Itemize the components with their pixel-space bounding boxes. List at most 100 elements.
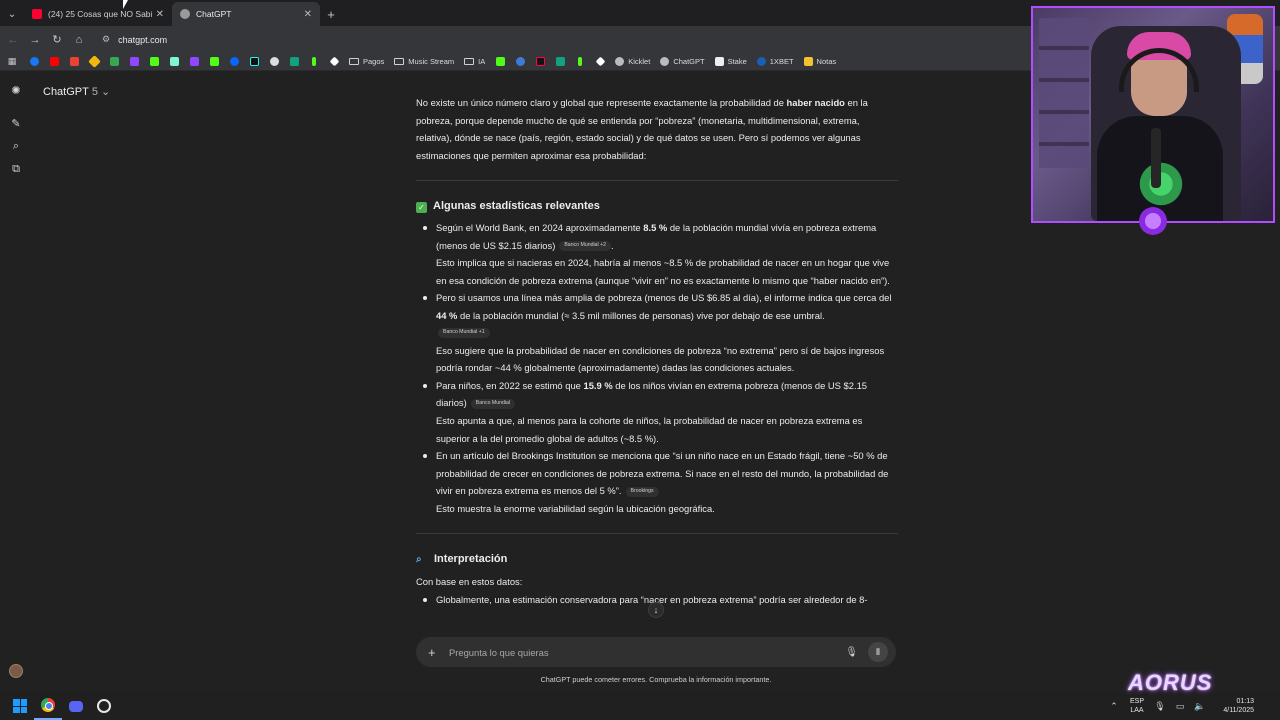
clock[interactable]: 01:13 4/11/2025: [1210, 697, 1254, 715]
windows-taskbar: ⌃ ESP LAA 🎙 ▭ 🔈 01:13 4/11/2025: [0, 692, 1280, 720]
obs-bookmark-icon[interactable]: [264, 53, 284, 71]
intro-bold: haber nacido: [786, 97, 845, 108]
search-chats-icon[interactable]: ⌕: [6, 136, 26, 156]
intro-text: No existe un único número claro y global…: [416, 97, 787, 108]
voice-mode-icon[interactable]: ⦀: [868, 642, 888, 662]
windows-start-icon[interactable]: [6, 692, 34, 720]
kick-small-bookmark-icon[interactable]: [570, 53, 590, 71]
microphone-icon[interactable]: 🎙: [845, 647, 858, 658]
network-icon[interactable]: ▭: [1170, 701, 1190, 712]
bookmark-label: Kicklet: [628, 57, 651, 66]
bookmark-label: 1XBET: [769, 57, 794, 66]
list-item: Según el World Bank, en 2024 aproximadam…: [416, 219, 898, 289]
kick-bookmark-icon[interactable]: [204, 53, 224, 71]
obs-taskbar-icon[interactable]: [90, 692, 118, 720]
bookmark-chatgpt[interactable]: ChatGPT: [655, 53, 709, 71]
citation-pill[interactable]: Banco Mundial: [470, 398, 516, 409]
bullet-bold: 15.9 %: [583, 379, 613, 391]
new-chat-icon[interactable]: ✎: [6, 113, 26, 133]
bookmark-label: Pagos: [363, 57, 385, 66]
youtube-bookmark-icon[interactable]: [44, 53, 64, 71]
list-item: Para niños, en 2022 se estimó que 15.9 %…: [416, 377, 898, 447]
bookmark-folder-music-stream[interactable]: Music Stream: [389, 53, 459, 71]
chatgpt-green-bookmark-icon[interactable]: [284, 53, 304, 71]
library-icon[interactable]: ⧉: [6, 159, 26, 179]
bookmark-1xbet[interactable]: 1XBET: [752, 53, 799, 71]
prompt-input[interactable]: Pregunta lo que quieras: [449, 647, 845, 658]
citation-pill[interactable]: Banco Mundial +2: [559, 241, 612, 252]
url-text: chatgpt.com: [118, 34, 168, 45]
shop-bookmark-icon[interactable]: [550, 53, 570, 71]
tab-youtube[interactable]: (24) 25 Cosas que NO Sabías h ✕: [24, 2, 172, 26]
new-tab-icon[interactable]: +: [320, 2, 342, 26]
bookmark-kicklet[interactable]: Kicklet: [610, 53, 655, 71]
bookmark-folder-pagos[interactable]: Pagos: [344, 53, 389, 71]
close-tab-icon[interactable]: ✕: [304, 9, 312, 20]
diamond-bookmark-icon[interactable]: [324, 53, 344, 71]
close-tab-icon[interactable]: ✕: [156, 9, 164, 20]
site-settings-icon[interactable]: ⚙: [102, 34, 110, 45]
diamond-bookmark-icon[interactable]: [590, 53, 610, 71]
bullet-note: Esto muestra la enorme variabilidad segú…: [436, 502, 715, 514]
streamlabs-bookmark-icon[interactable]: [164, 53, 184, 71]
bullet-text: .: [611, 239, 614, 251]
kick-small-bookmark-icon[interactable]: [304, 53, 324, 71]
bookmark-label: ChatGPT: [673, 57, 705, 66]
address-bar[interactable]: ⚙ chatgpt.com: [94, 30, 167, 50]
facebook-bookmark-icon[interactable]: [24, 53, 44, 71]
meta-bookmark-icon[interactable]: [224, 53, 244, 71]
drive-bookmark-icon[interactable]: [104, 53, 124, 71]
bullet-bold: 8.5 %: [643, 221, 668, 233]
volume-icon[interactable]: 🔈: [1190, 701, 1210, 712]
tab-chatgpt[interactable]: ChatGPT ✕: [172, 2, 320, 26]
openai-logo-icon[interactable]: ✺: [6, 80, 26, 100]
kicklet-icon: [615, 57, 625, 66]
section-title: Algunas estadísticas relevantes: [433, 200, 600, 213]
forward-icon[interactable]: →: [24, 29, 46, 51]
bullet-bold: 44 %: [436, 309, 458, 321]
citation-row: Banco Mundial +1: [436, 325, 898, 342]
stake-icon: [714, 57, 724, 66]
user-avatar[interactable]: [9, 664, 23, 678]
bookmark-notas[interactable]: Notas: [799, 53, 842, 71]
model-selector[interactable]: ChatGPT 5 ⌄: [43, 85, 110, 99]
tiktok-bookmark-icon[interactable]: [530, 53, 550, 71]
twitch-bookmark-icon[interactable]: [184, 53, 204, 71]
twitch-bookmark-icon[interactable]: [124, 53, 144, 71]
citation-pill[interactable]: Banco Mundial +1: [438, 328, 490, 339]
tab-search-icon[interactable]: ⌄: [0, 2, 24, 26]
youtube-icon: [32, 9, 42, 19]
section-heading-interpretation: ⌕ Interpretación: [416, 551, 898, 569]
apps-grid-icon[interactable]: ▦: [0, 56, 24, 67]
intro-paragraph: No existe un único número claro y global…: [416, 94, 898, 164]
message-composer[interactable]: + Pregunta lo que quieras 🎙 ⦀: [416, 637, 896, 667]
bookmark-stake[interactable]: Stake: [710, 53, 752, 71]
home-icon[interactable]: ⌂: [68, 29, 90, 51]
kick-bookmark-icon[interactable]: [490, 53, 510, 71]
microphone-tray-icon[interactable]: 🎙: [1150, 701, 1170, 712]
gmail-bookmark-icon[interactable]: [64, 53, 84, 71]
model-version: 5: [91, 85, 98, 98]
bookmark-folder-ia[interactable]: IA: [459, 53, 490, 71]
tiktok-bookmark-icon[interactable]: [244, 53, 264, 71]
kick-bookmark-icon[interactable]: [144, 53, 164, 71]
chrome-taskbar-icon[interactable]: [34, 692, 62, 720]
1xbet-icon: [756, 57, 766, 66]
attach-plus-icon[interactable]: +: [428, 645, 442, 660]
bullet-text: de la población mundial (≈ 3.5 mil millo…: [457, 309, 825, 321]
reload-icon[interactable]: ↻: [46, 29, 68, 51]
discord-taskbar-icon[interactable]: [62, 692, 90, 720]
model-name: ChatGPT: [43, 85, 89, 98]
tab-title: ChatGPT: [196, 9, 232, 19]
bookmark-label: IA: [478, 57, 486, 66]
link-bookmark-icon[interactable]: [510, 53, 530, 71]
divider: [416, 533, 898, 535]
scroll-to-bottom-button[interactable]: ↓: [648, 602, 664, 618]
language-indicator[interactable]: ESP LAA: [1124, 697, 1150, 715]
chevron-up-icon[interactable]: ⌃: [1104, 701, 1124, 712]
citation-pill[interactable]: Brookings: [625, 486, 659, 497]
bookmark-label: Music Stream: [408, 57, 455, 66]
binance-bookmark-icon[interactable]: [84, 53, 104, 71]
back-icon[interactable]: ←: [2, 29, 24, 51]
folder-icon: [464, 58, 475, 65]
